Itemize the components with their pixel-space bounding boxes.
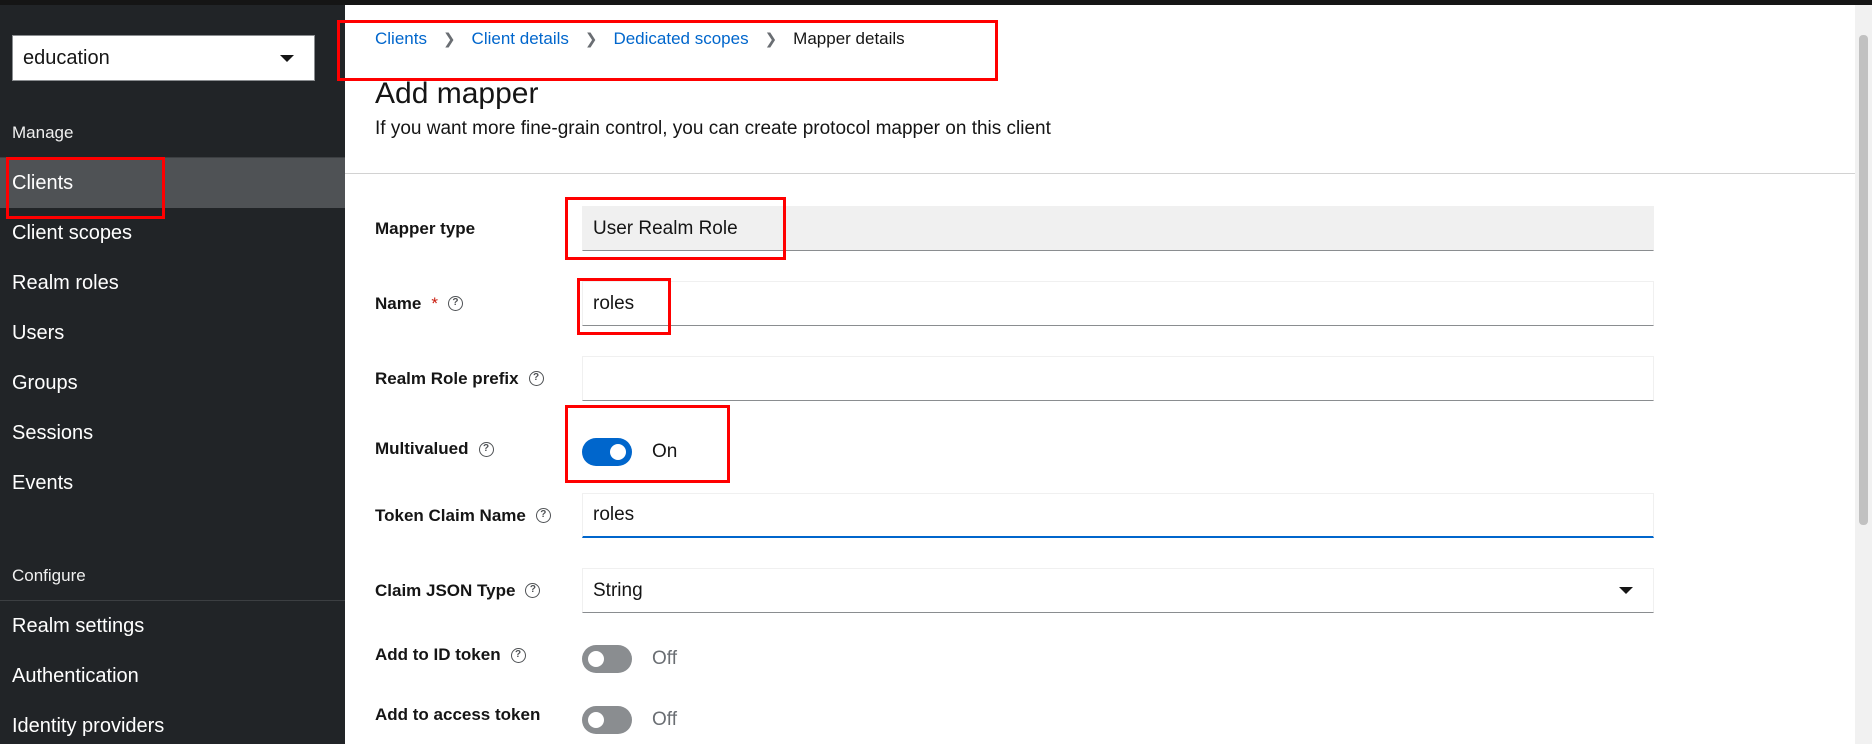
sidebar-item-clients[interactable]: Clients — [0, 158, 345, 208]
chevron-right-icon: ❯ — [764, 31, 778, 48]
breadcrumb: Clients ❯ Client details ❯ Dedicated sco… — [375, 29, 905, 49]
caret-down-icon — [280, 54, 294, 62]
mapper-type-label-text: Mapper type — [375, 218, 476, 238]
realm-selector-value: education — [23, 46, 110, 69]
breadcrumb-clients[interactable]: Clients — [375, 29, 427, 49]
claim-json-type-label: Claim JSON Type ? — [375, 581, 582, 601]
add-to-access-token-label: Add to access token — [375, 705, 582, 725]
multivalued-toggle[interactable] — [582, 438, 632, 466]
configure-section: Configure Realm settings Authentication … — [0, 551, 345, 744]
add-to-id-token-row: Add to ID token ? Off — [375, 645, 1775, 673]
name-row: Name * ? roles — [375, 281, 1775, 326]
name-label: Name * ? — [375, 294, 582, 314]
multivalued-toggle-wrap: On — [582, 438, 677, 466]
add-to-access-token-toggle[interactable] — [582, 706, 632, 734]
add-to-access-token-state: Off — [652, 709, 677, 730]
sidebar-item-groups[interactable]: Groups — [0, 358, 345, 408]
realm-role-prefix-label-text: Realm Role prefix — [375, 368, 519, 388]
claim-json-type-label-text: Claim JSON Type — [375, 580, 516, 600]
page-subtitle: If you want more fine-grain control, you… — [375, 118, 1051, 139]
token-claim-name-input[interactable]: roles — [582, 493, 1654, 538]
chevron-right-icon: ❯ — [584, 31, 598, 48]
sidebar-item-users[interactable]: Users — [0, 308, 345, 358]
scrollbar[interactable] — [1855, 5, 1872, 744]
chevron-right-icon: ❯ — [442, 31, 456, 48]
breadcrumb-client-details[interactable]: Client details — [472, 29, 569, 49]
claim-json-type-select[interactable]: String — [582, 568, 1654, 613]
add-to-access-token-label-text: Add to access token — [375, 705, 541, 724]
claim-json-type-row: Claim JSON Type ? String — [375, 568, 1775, 613]
token-claim-name-label-text: Token Claim Name — [375, 505, 526, 525]
help-icon[interactable]: ? — [525, 583, 541, 598]
claim-json-type-value: String — [593, 579, 643, 601]
realm-role-prefix-label: Realm Role prefix ? — [375, 369, 582, 389]
mapper-type-field: User Realm Role — [582, 206, 1654, 251]
multivalued-label-text: Multivalued — [375, 439, 469, 458]
add-to-id-token-label: Add to ID token ? — [375, 645, 582, 665]
sidebar-item-identity-providers[interactable]: Identity providers — [0, 701, 345, 744]
multivalued-label: Multivalued ? — [375, 439, 582, 459]
add-to-id-token-label-text: Add to ID token — [375, 645, 501, 664]
toggle-knob — [588, 651, 604, 667]
realm-selector[interactable]: education — [12, 35, 315, 81]
token-claim-name-row: Token Claim Name ? roles — [375, 493, 1775, 538]
manage-section: Manage Clients Client scopes Realm roles… — [0, 108, 345, 508]
multivalued-state: On — [652, 441, 678, 462]
sidebar-item-authentication[interactable]: Authentication — [0, 651, 345, 701]
sidebar-item-client-scopes[interactable]: Client scopes — [0, 208, 345, 258]
divider — [345, 173, 1855, 174]
page-title: Add mapper — [375, 77, 539, 110]
realm-role-prefix-input[interactable] — [582, 356, 1654, 401]
add-to-access-token-row: Add to access token Off — [375, 705, 1775, 734]
add-to-id-token-toggle[interactable] — [582, 645, 632, 673]
name-input[interactable]: roles — [582, 281, 1654, 326]
configure-heading: Configure — [0, 551, 345, 601]
required-indicator: * — [431, 293, 438, 313]
multivalued-row: Multivalued ? On — [375, 432, 1775, 466]
mapper-type-row: Mapper type User Realm Role — [375, 206, 1775, 251]
add-to-id-token-toggle-wrap: Off — [582, 645, 677, 673]
sidebar-item-realm-roles[interactable]: Realm roles — [0, 258, 345, 308]
toggle-knob — [610, 444, 626, 460]
breadcrumb-dedicated-scopes[interactable]: Dedicated scopes — [613, 29, 748, 49]
mapper-type-label: Mapper type — [375, 219, 582, 239]
help-icon[interactable]: ? — [528, 371, 544, 386]
sidebar-item-realm-settings[interactable]: Realm settings — [0, 601, 345, 651]
token-claim-name-label: Token Claim Name ? — [375, 506, 582, 526]
realm-role-prefix-row: Realm Role prefix ? — [375, 356, 1775, 401]
sidebar-item-events[interactable]: Events — [0, 458, 345, 508]
help-icon[interactable]: ? — [535, 508, 551, 523]
add-to-id-token-state: Off — [652, 648, 677, 669]
toggle-knob — [588, 712, 604, 728]
sidebar-item-sessions[interactable]: Sessions — [0, 408, 345, 458]
breadcrumb-current: Mapper details — [793, 29, 905, 48]
sidebar: education Manage Clients Client scopes R… — [0, 5, 345, 744]
name-label-text: Name — [375, 293, 422, 313]
caret-down-icon — [1619, 587, 1633, 594]
help-icon[interactable]: ? — [510, 647, 526, 663]
manage-heading: Manage — [0, 108, 345, 158]
scroll-thumb[interactable] — [1859, 35, 1868, 525]
main-content: Clients ❯ Client details ❯ Dedicated sco… — [345, 5, 1855, 744]
help-icon[interactable]: ? — [478, 441, 494, 457]
help-icon[interactable]: ? — [447, 296, 463, 311]
add-to-access-token-toggle-wrap: Off — [582, 706, 677, 734]
